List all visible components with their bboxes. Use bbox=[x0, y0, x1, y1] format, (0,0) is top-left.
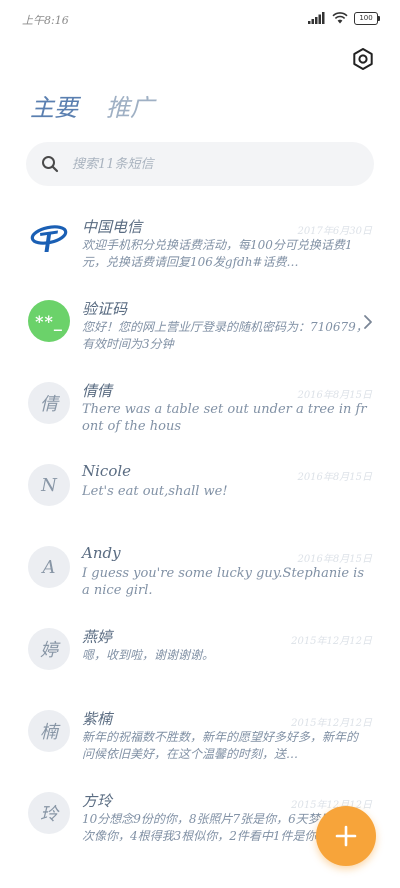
search-bar[interactable] bbox=[26, 142, 374, 186]
contact-name: Andy bbox=[82, 544, 121, 562]
conversation-row[interactable]: A Andy 2016年8月15日 I guess you're some lu… bbox=[0, 538, 400, 620]
avatar: 玲 bbox=[28, 792, 70, 834]
message-time: 2017年6月30日 bbox=[297, 226, 372, 237]
message-preview: Let's eat out,shall we! bbox=[82, 484, 228, 499]
contact-name: 方玲 bbox=[82, 792, 113, 810]
avatar: A bbox=[28, 546, 70, 588]
new-message-button[interactable] bbox=[316, 806, 376, 866]
contact-name: 燕婷 bbox=[82, 628, 113, 646]
avatar: **_ bbox=[28, 300, 70, 342]
conversation-row[interactable]: 婷 燕婷 2015年12月12日 嗯，收到啦，谢谢谢谢。 bbox=[0, 620, 400, 702]
chevron-right-icon bbox=[364, 315, 372, 329]
message-preview: There was a table set out under a tree i… bbox=[82, 402, 367, 434]
status-time: 上午8:16 bbox=[22, 14, 69, 27]
message-preview: 新年的祝福数不胜数，新年的愿望好多好多，新年的问候依旧美好，在这个温馨的时刻，送… bbox=[82, 730, 359, 761]
avatar: 倩 bbox=[28, 382, 70, 424]
contact-name: Nicole bbox=[82, 462, 132, 480]
contact-name: 紫楠 bbox=[82, 710, 113, 728]
avatar: 楠 bbox=[28, 710, 70, 752]
message-time: 2015年12月12日 bbox=[291, 718, 372, 729]
message-time: 2016年8月15日 bbox=[297, 472, 372, 483]
message-preview: 嗯，收到啦，谢谢谢谢。 bbox=[82, 648, 215, 662]
wifi-icon bbox=[332, 12, 348, 24]
avatar: 婷 bbox=[28, 628, 70, 670]
avatar bbox=[28, 218, 70, 260]
conversation-row[interactable]: **_ 验证码 您好！您的网上营业厅登录的随机密码为：710679，有效时间为3… bbox=[0, 292, 400, 374]
plus-icon bbox=[335, 825, 357, 847]
search-input[interactable] bbox=[70, 155, 364, 173]
message-preview: I guess you're some lucky guy.Stephanie … bbox=[82, 566, 365, 598]
battery-icon: 100 bbox=[354, 11, 380, 25]
hexagon-gear-icon bbox=[353, 48, 373, 70]
message-time: 2016年8月15日 bbox=[297, 390, 372, 401]
search-icon bbox=[42, 156, 59, 173]
conversation-row[interactable]: 楠 紫楠 2015年12月12日 新年的祝福数不胜数，新年的愿望好多好多，新年的… bbox=[0, 702, 400, 784]
contact-name: 倩倩 bbox=[82, 382, 113, 400]
message-time: 2015年12月12日 bbox=[291, 636, 372, 647]
contact-name: 中国电信 bbox=[82, 218, 143, 236]
message-preview: 欢迎手机积分兑换话费活动，每100分可兑换话费1元，兑换话费请回复106发gfd… bbox=[82, 238, 353, 269]
conversation-row[interactable]: 倩 倩倩 2016年8月15日 There was a table set ou… bbox=[0, 374, 400, 456]
status-icons: 100 bbox=[308, 10, 380, 26]
conversation-row[interactable]: N Nicole 2016年8月15日 Let's eat out,shall … bbox=[0, 456, 400, 538]
conversation-list: 中国电信 2017年6月30日 欢迎手机积分兑换话费活动，每100分可兑换话费1… bbox=[0, 210, 400, 866]
status-bar: 上午8:16 100 bbox=[0, 0, 400, 36]
conversation-row[interactable]: 中国电信 2017年6月30日 欢迎手机积分兑换话费活动，每100分可兑换话费1… bbox=[0, 210, 400, 292]
signal-icon bbox=[308, 12, 325, 24]
contact-name: 验证码 bbox=[82, 300, 128, 318]
message-preview: 您好！您的网上营业厅登录的随机密码为：710679，有效时间为3分钟 bbox=[82, 320, 368, 351]
telecom-logo-icon bbox=[30, 225, 68, 252]
tab-main[interactable]: 主要 bbox=[30, 88, 78, 123]
avatar: N bbox=[28, 464, 70, 506]
settings-button[interactable] bbox=[350, 46, 376, 72]
message-time: 2016年8月15日 bbox=[297, 554, 372, 565]
tab-promotion[interactable]: 推广 bbox=[106, 88, 154, 123]
tab-bar: 主要 推广 bbox=[30, 88, 154, 123]
